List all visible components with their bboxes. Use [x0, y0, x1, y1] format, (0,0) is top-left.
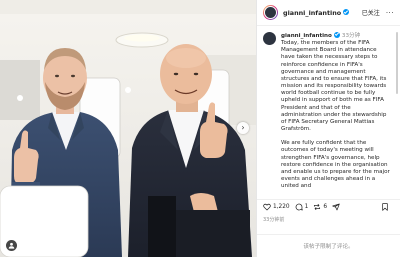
post-header: gianni_infantino 已关注 ··· — [257, 0, 400, 26]
caption-avatar[interactable] — [263, 32, 276, 45]
caption-paragraph: Today, the members of the FIFA Managemen… — [281, 40, 387, 133]
post-timestamp[interactable]: 33分钟前 — [263, 216, 284, 223]
comment-restricted-notice: 该帖子限制了评论。 — [257, 234, 400, 257]
caption-body: gianni_infantino 33分钟 Today, the members … — [281, 31, 392, 190]
header-username[interactable]: gianni_infantino — [283, 9, 350, 17]
post-details-panel: gianni_infantino 已关注 ··· gianni_infantin… — [257, 0, 400, 257]
share-button[interactable] — [332, 203, 340, 211]
bookmark-icon — [382, 202, 388, 211]
caption-section: gianni_infantino 33分钟 Today, the members … — [257, 28, 400, 198]
comment-restricted-text: 该帖子限制了评论。 — [303, 244, 354, 250]
like-count: 1,220 — [273, 203, 290, 210]
verified-badge-icon — [333, 31, 340, 38]
comment-button[interactable]: 1 — [295, 203, 309, 211]
comment-count: 1 — [304, 203, 309, 210]
post-photo[interactable]: › — [0, 0, 257, 257]
caption-row: gianni_infantino 33分钟 Today, the members … — [263, 31, 392, 190]
chevron-right-icon: › — [241, 123, 245, 132]
like-button[interactable]: 1,220 — [263, 203, 290, 211]
heart-icon — [263, 203, 271, 210]
caption-paragraph: We are fully confident that the outcomes… — [281, 140, 390, 190]
action-bar: 1,220 1 6 — [257, 199, 400, 213]
repost-icon — [314, 203, 321, 210]
comment-icon — [295, 203, 303, 210]
caption-scrollbar[interactable] — [396, 32, 398, 94]
more-options-icon[interactable]: ··· — [386, 9, 394, 17]
caption-text: Today, the members of the FIFA Managemen… — [281, 40, 392, 190]
following-button[interactable]: 已关注 — [362, 8, 380, 17]
caption-username[interactable]: gianni_infantino — [281, 33, 332, 39]
avatar[interactable] — [263, 5, 278, 20]
photo-illustration — [0, 0, 256, 257]
next-photo-button[interactable]: › — [237, 122, 249, 134]
tagged-people-button[interactable] — [6, 240, 17, 251]
person-tag-icon — [8, 242, 15, 249]
caption-time: 33分钟 — [341, 33, 361, 39]
repost-button[interactable]: 6 — [313, 203, 327, 211]
verified-badge-icon — [343, 9, 350, 15]
share-icon — [332, 203, 340, 210]
save-button[interactable] — [381, 202, 389, 211]
repost-count: 6 — [323, 203, 328, 210]
